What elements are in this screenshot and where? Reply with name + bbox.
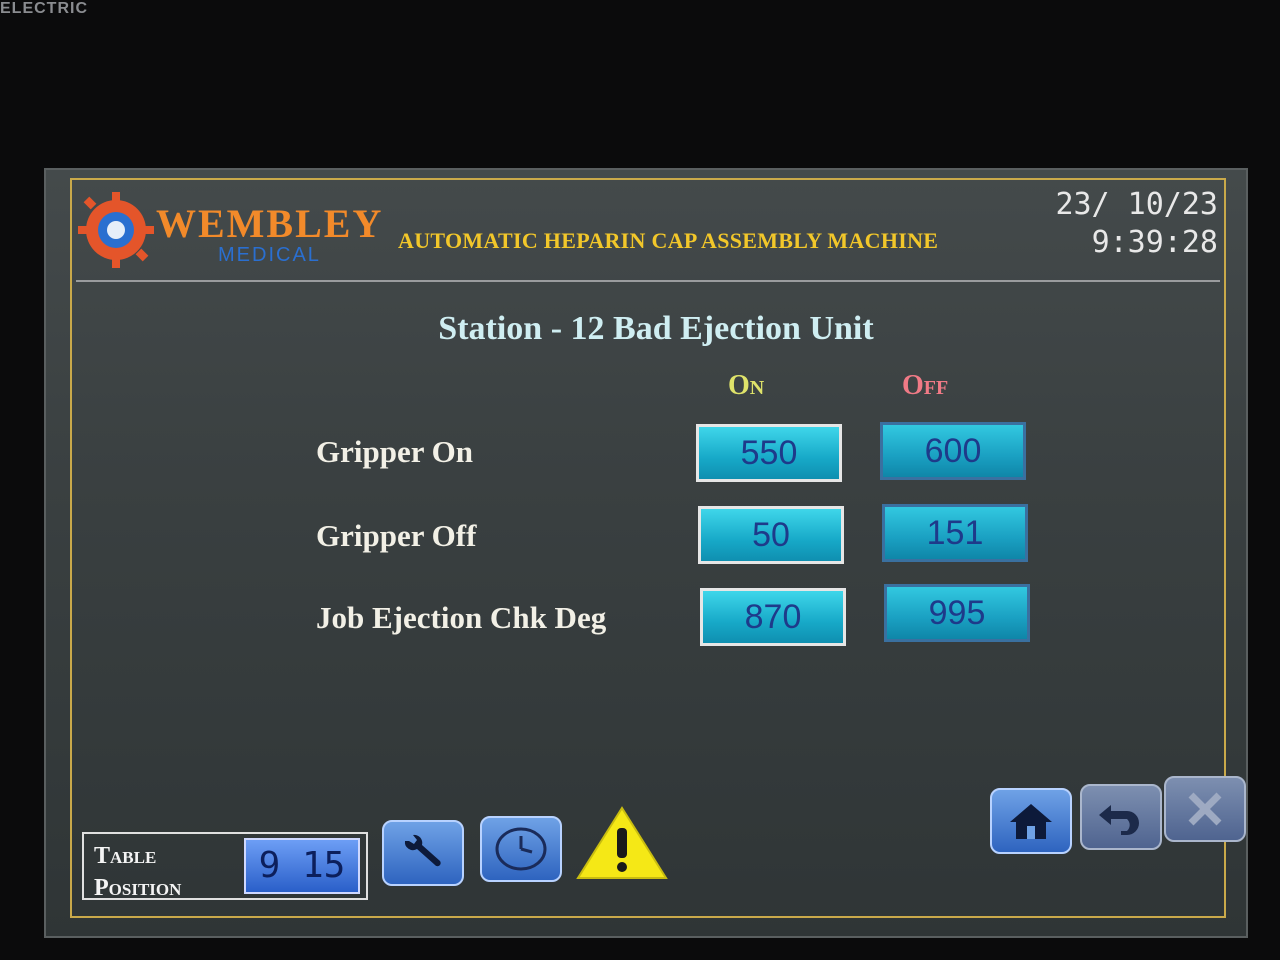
bezel-brand-text: ELECTRIC (0, 0, 88, 17)
table-position-value: 9 15 (244, 838, 360, 894)
gripper-off-off-value[interactable]: 151 (882, 504, 1028, 562)
table-position-label: Table Position (94, 840, 181, 904)
column-header-on: On (728, 370, 765, 401)
datetime-display: 23/ 10/23 9:39:28 (1055, 186, 1218, 262)
back-icon (1099, 805, 1139, 835)
table-position-panel: Table Position 9 15 (82, 832, 368, 901)
gripper-on-off-value[interactable]: 600 (880, 422, 1026, 480)
warning-icon[interactable] (576, 806, 668, 880)
wrench-icon (404, 834, 441, 867)
job-ejection-off-value[interactable]: 995 (884, 584, 1030, 642)
table-position-label-line2: Position (94, 875, 182, 901)
time-readout: 9:39:28 (1091, 225, 1218, 260)
back-button[interactable] (1080, 784, 1162, 850)
logo-wordmark: WEMBLEY (156, 201, 384, 246)
row-label-gripper-off: Gripper Off (316, 518, 477, 553)
settings-button[interactable] (382, 820, 464, 886)
machine-title: AUTOMATIC HEPARIN CAP ASSEMBLY MACHINE (398, 228, 939, 253)
gripper-on-on-value[interactable]: 550 (696, 424, 842, 482)
column-header-off: Off (902, 370, 949, 401)
job-ejection-on-value[interactable]: 870 (700, 588, 846, 646)
row-label-gripper-on: Gripper On (316, 434, 474, 469)
row-label-job-ejection-chk-deg: Job Ejection Chk Deg (316, 600, 607, 635)
station-title: Station - 12 Bad Ejection Unit (438, 310, 874, 347)
gear-logo-icon (78, 192, 154, 268)
logo-subtitle: MEDICAL (218, 244, 321, 266)
home-button[interactable] (990, 788, 1072, 854)
close-button[interactable] (1164, 776, 1246, 842)
clock-icon (495, 827, 547, 871)
clock-button[interactable] (480, 816, 562, 882)
table-position-label-line1: Table (94, 843, 157, 869)
date-readout: 23/ 10/23 (1055, 187, 1218, 222)
home-icon (1010, 804, 1052, 839)
hmi-screen: WEMBLEY MEDICAL AUTOMATIC HEPARIN CAP AS… (44, 168, 1248, 938)
gripper-off-on-value[interactable]: 50 (698, 506, 844, 564)
close-icon (1188, 792, 1222, 826)
header-divider (76, 280, 1220, 282)
